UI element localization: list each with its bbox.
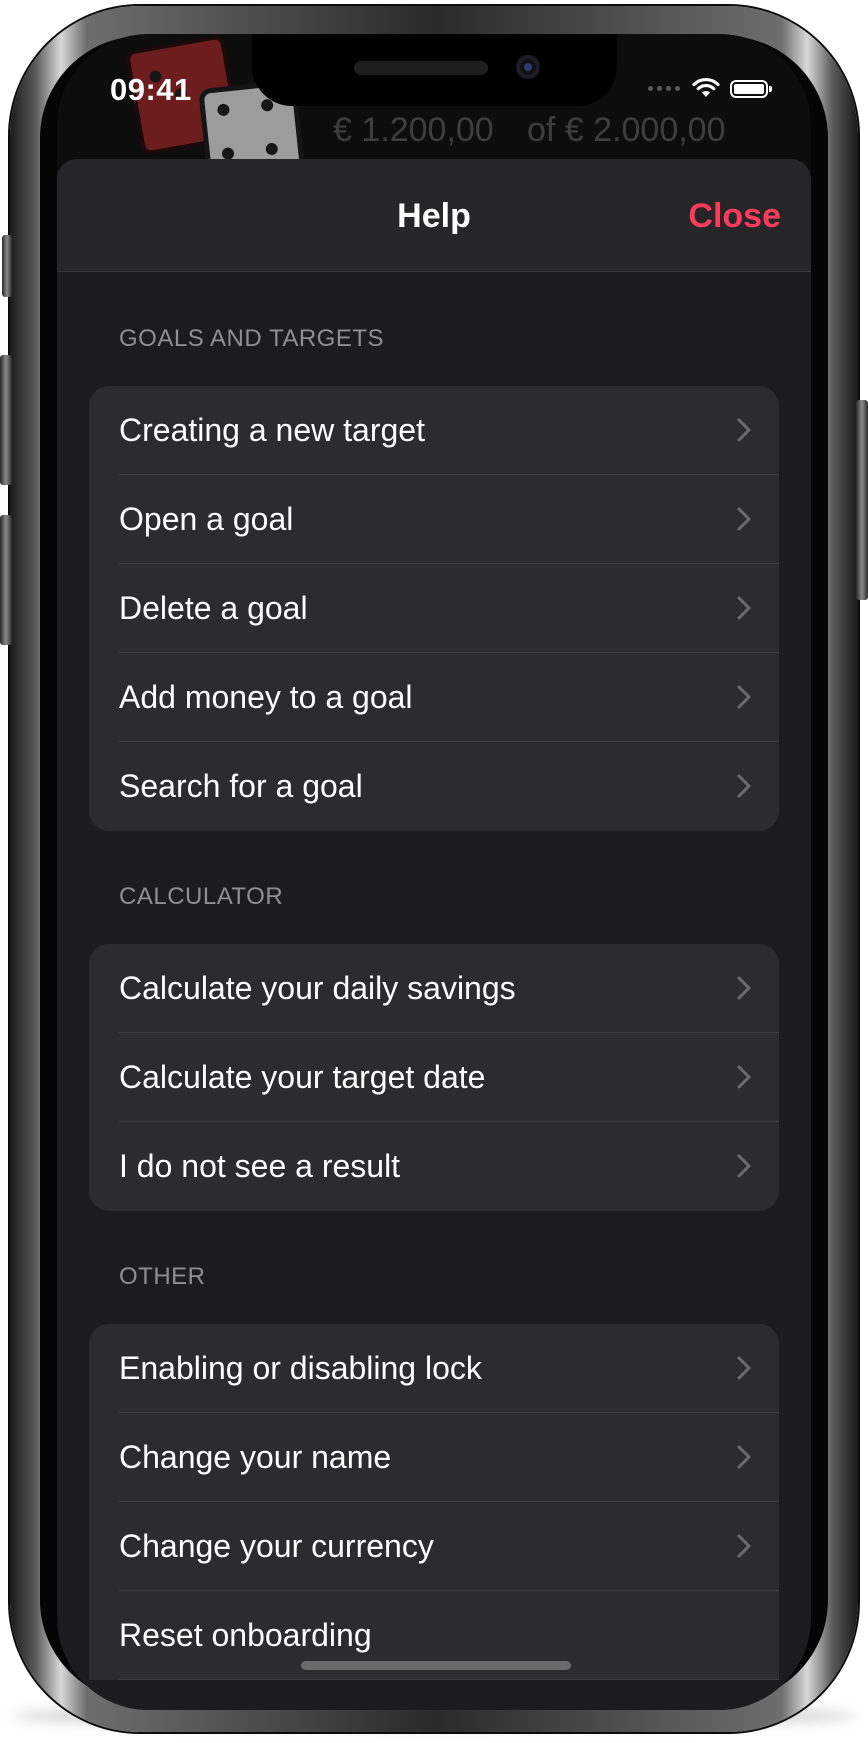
home-indicator[interactable] <box>301 1661 571 1670</box>
help-item-lock[interactable]: Enabling or disabling lock <box>89 1324 779 1413</box>
help-item-label: Search for a goal <box>119 768 363 804</box>
help-item-label: Calculate your target date <box>119 1059 486 1095</box>
section-header-calculator: CALCULATOR <box>119 883 284 910</box>
help-item-change-name[interactable]: Change your name <box>89 1413 779 1502</box>
row-separator <box>119 1679 779 1680</box>
volume-down-button <box>0 515 12 645</box>
chevron-right-icon <box>737 976 751 1000</box>
help-item-label: Change your name <box>119 1439 392 1475</box>
navigation-bar: Help Close <box>57 159 811 272</box>
help-item-open-goal[interactable]: Open a goal <box>89 475 779 564</box>
section-header-goals: GOALS AND TARGETS <box>119 325 385 352</box>
help-item-label: Delete a goal <box>119 590 308 626</box>
goals-list: Creating a new target Open a goal Delete… <box>89 386 779 831</box>
help-item-label: Calculate your daily savings <box>119 970 516 1006</box>
screen: € 1.200,00 of € 2.000,00 09:41 Help Clos… <box>57 34 811 1710</box>
chevron-right-icon <box>737 1154 751 1178</box>
help-item-label: Enabling or disabling lock <box>119 1350 482 1386</box>
saved-amount: € 1.200,00 <box>333 111 494 149</box>
chevron-right-icon <box>737 1356 751 1380</box>
speaker <box>354 61 488 75</box>
help-item-label: Open a goal <box>119 501 294 537</box>
wifi-icon <box>692 77 720 97</box>
help-item-change-currency[interactable]: Change your currency <box>89 1502 779 1591</box>
help-item-no-result[interactable]: I do not see a result <box>89 1122 779 1211</box>
chevron-right-icon <box>737 1534 751 1558</box>
chevron-right-icon <box>737 774 751 798</box>
help-item-label: Change your currency <box>119 1528 434 1564</box>
target-amount: of € 2.000,00 <box>527 111 726 149</box>
other-list: Enabling or disabling lock Change your n… <box>89 1324 779 1680</box>
mute-switch <box>2 235 12 297</box>
help-sheet: Help Close GOALS AND TARGETS Creating a … <box>57 159 811 1710</box>
status-time: 09:41 <box>110 72 192 107</box>
help-item-label: I do not see a result <box>119 1148 401 1184</box>
front-camera <box>516 55 540 79</box>
help-item-search-goal[interactable]: Search for a goal <box>89 742 779 831</box>
chevron-right-icon <box>737 1065 751 1089</box>
close-button[interactable]: Close <box>688 197 781 236</box>
chevron-right-icon <box>737 1445 751 1469</box>
chevron-right-icon <box>737 596 751 620</box>
signal-icon <box>648 86 680 91</box>
battery-icon <box>730 80 772 98</box>
help-item-add-money[interactable]: Add money to a goal <box>89 653 779 742</box>
help-item-label: Add money to a goal <box>119 679 413 715</box>
calculator-list: Calculate your daily savings Calculate y… <box>89 944 779 1211</box>
volume-up-button <box>0 355 12 485</box>
help-item-target-date[interactable]: Calculate your target date <box>89 1033 779 1122</box>
chevron-right-icon <box>737 685 751 709</box>
help-item-daily-savings[interactable]: Calculate your daily savings <box>89 944 779 1033</box>
notch <box>252 34 617 106</box>
help-item-label: Creating a new target <box>119 412 425 448</box>
chevron-right-icon <box>737 418 751 442</box>
chevron-right-icon <box>737 507 751 531</box>
help-item-creating-new-target[interactable]: Creating a new target <box>89 386 779 475</box>
help-item-delete-goal[interactable]: Delete a goal <box>89 564 779 653</box>
section-header-other: OTHER <box>119 1263 206 1290</box>
power-button <box>856 400 868 600</box>
